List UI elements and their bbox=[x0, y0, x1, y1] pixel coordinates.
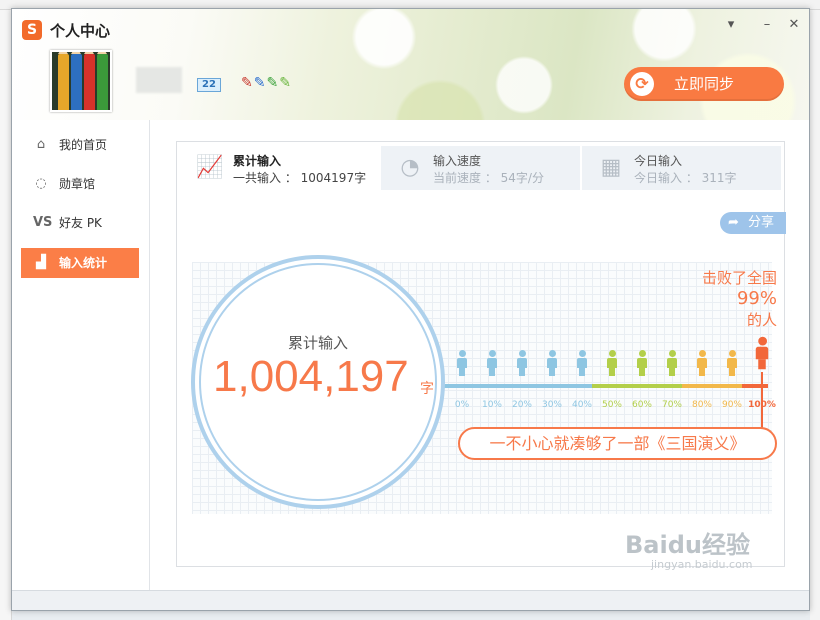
pen-tools-icon: ✎✎✎✎ bbox=[241, 75, 292, 91]
cumulative-input-unit: 字 bbox=[420, 381, 434, 397]
defeat-line-1: 击败了全国 bbox=[701, 269, 777, 287]
personal-center-window: S 个人中心 ▾ – ✕ 用户 22 ✎✎✎✎ ⟳ 立即同步 ⌂ 我的首页 ◌ … bbox=[11, 8, 810, 611]
defeat-line-3: 的人 bbox=[746, 311, 777, 329]
tab-title: 累计输入 bbox=[233, 154, 282, 168]
scale-tick-label: 80% bbox=[691, 400, 712, 410]
scale-tick-label: 60% bbox=[631, 400, 652, 410]
avatar[interactable] bbox=[50, 50, 112, 112]
person-icon bbox=[606, 350, 618, 376]
scale-bar-segment bbox=[592, 384, 682, 388]
tab-today-input[interactable]: ▦ 今日输入 今日输入 ： 311字 bbox=[582, 146, 781, 190]
pencil-green bbox=[97, 52, 108, 110]
person-icon bbox=[755, 336, 770, 370]
share-icon: ➦ bbox=[728, 215, 739, 230]
sync-now-button[interactable]: ⟳ 立即同步 bbox=[624, 67, 784, 101]
sidebar-item-label: 输入统计 bbox=[59, 256, 108, 270]
percentile-pointer-line bbox=[761, 372, 763, 428]
calendar-icon: ▦ bbox=[600, 155, 622, 180]
close-button[interactable]: ✕ bbox=[784, 17, 804, 32]
scale-tick-label: 0% bbox=[454, 400, 470, 410]
scale-tick-label: 50% bbox=[601, 400, 622, 410]
pencil-yellow bbox=[58, 52, 69, 110]
status-bar bbox=[12, 590, 809, 610]
tab-subtitle: 一共输入 ： 1004197字 bbox=[233, 171, 367, 185]
dropdown-menu-icon[interactable]: ▾ bbox=[721, 17, 741, 32]
person-icon bbox=[516, 350, 528, 376]
sidebar-item-friend-pk[interactable]: VS 好友 PK bbox=[21, 208, 139, 238]
person-icon bbox=[576, 350, 588, 376]
sidebar-item-input-stats[interactable]: ▟ 输入统计 bbox=[21, 248, 139, 278]
sync-button-label: 立即同步 bbox=[674, 75, 735, 93]
scale-bar-segment bbox=[452, 384, 592, 388]
watermark-text: Baidu经验 bbox=[625, 531, 750, 559]
bar-chart-icon: 📈 bbox=[196, 155, 224, 180]
sidebar-item-home[interactable]: ⌂ 我的首页 bbox=[21, 130, 139, 160]
person-icon bbox=[696, 350, 708, 376]
share-label: 分享 bbox=[748, 215, 775, 230]
sidebar-item-label: 好友 PK bbox=[59, 216, 102, 230]
window-title: 个人中心 bbox=[50, 22, 111, 40]
cumulative-input-value: 1,004,197 bbox=[213, 352, 409, 401]
sidebar: ⌂ 我的首页 ◌ 勋章馆 VS 好友 PK ▟ 输入统计 bbox=[12, 120, 150, 590]
defeat-percent: 99% bbox=[736, 288, 777, 309]
tab-title: 今日输入 bbox=[634, 154, 683, 168]
cumulative-input-label: 累计输入 bbox=[287, 334, 348, 352]
username-blurred: 用户 bbox=[136, 67, 182, 93]
scale-bar-segment bbox=[682, 384, 742, 388]
vs-icon: VS bbox=[33, 215, 53, 230]
scale-tick-label: 20% bbox=[511, 400, 532, 410]
book-comparison-badge: 一不小心就凑够了一部《三国演义》 bbox=[458, 427, 777, 460]
tab-subtitle: 当前速度 ： 54字/分 bbox=[433, 171, 544, 185]
medal-icon: ◌ bbox=[35, 176, 47, 191]
tab-cumulative-input[interactable]: 📈 累计输入 一共输入 ： 1004197字 bbox=[181, 146, 377, 190]
scale-tick-label: 90% bbox=[721, 400, 742, 410]
scale-bar-segment bbox=[742, 384, 768, 388]
scale-tick-label: 70% bbox=[661, 400, 682, 410]
sidebar-item-label: 勋章馆 bbox=[59, 177, 96, 191]
level-badge: 22 bbox=[197, 78, 221, 92]
share-button[interactable]: ➦ 分享 bbox=[720, 212, 786, 234]
minimize-button[interactable]: – bbox=[757, 17, 777, 32]
tab-subtitle: 今日输入 ： 311字 bbox=[634, 171, 737, 185]
tab-title: 输入速度 bbox=[433, 154, 482, 168]
tab-input-speed[interactable]: ◔ 输入速度 当前速度 ： 54字/分 bbox=[381, 146, 580, 190]
person-icon bbox=[456, 350, 468, 376]
defeat-summary: 击败了全国 99% 的人 bbox=[677, 268, 777, 330]
person-icon bbox=[486, 350, 498, 376]
scale-tick-label: 40% bbox=[571, 400, 592, 410]
sogou-logo-icon: S bbox=[22, 20, 42, 40]
speedometer-icon: ◔ bbox=[400, 155, 420, 180]
sidebar-item-medals[interactable]: ◌ 勋章馆 bbox=[21, 169, 139, 199]
scale-tick-label: 10% bbox=[481, 400, 502, 410]
person-icon bbox=[636, 350, 648, 376]
watermark-url: jingyan.baidu.com bbox=[651, 558, 753, 571]
person-icon bbox=[726, 350, 738, 376]
background-right-edge bbox=[810, 10, 820, 620]
window-header: S 个人中心 ▾ – ✕ 用户 22 ✎✎✎✎ ⟳ 立即同步 bbox=[12, 9, 809, 120]
watermark: Baidu经验 jingyan.baidu.com bbox=[625, 525, 753, 571]
stats-panel: 📈 累计输入 一共输入 ： 1004197字 ◔ 输入速度 当前速度 ： 54字… bbox=[176, 141, 786, 567]
home-icon: ⌂ bbox=[36, 137, 46, 152]
scale-tick-label: 30% bbox=[541, 400, 562, 410]
sidebar-item-label: 我的首页 bbox=[59, 138, 108, 152]
person-icon bbox=[546, 350, 558, 376]
person-icon bbox=[666, 350, 678, 376]
pencil-red bbox=[84, 52, 95, 110]
pencil-blue bbox=[71, 52, 82, 110]
sync-icon: ⟳ bbox=[630, 72, 654, 96]
chart-icon: ▟ bbox=[36, 255, 46, 270]
